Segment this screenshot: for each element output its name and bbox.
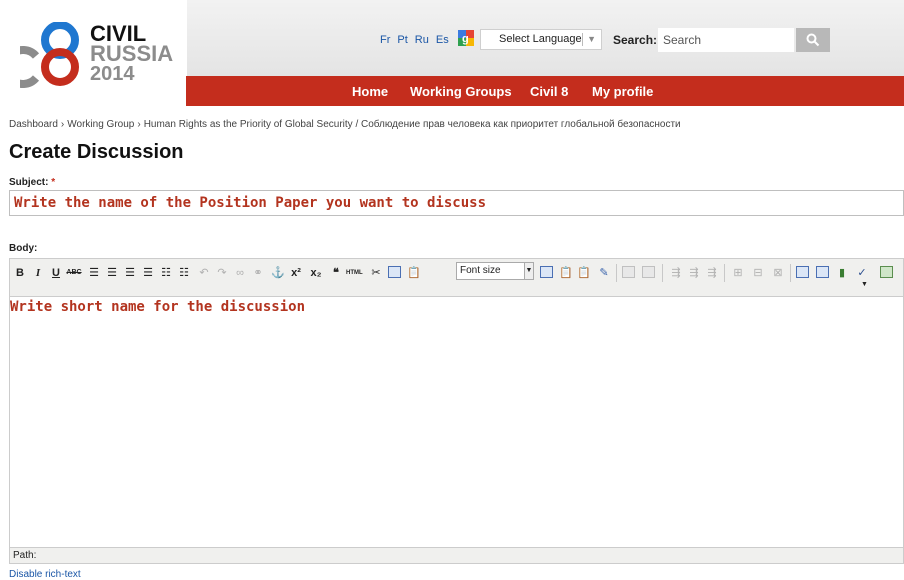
text-color-icon[interactable] xyxy=(540,266,553,278)
paste-icon[interactable]: 📋 xyxy=(406,265,422,281)
breadcrumb-working-group[interactable]: Working Group xyxy=(67,119,134,130)
svg-text:g: g xyxy=(462,33,469,45)
paste-text-icon[interactable]: 📋 xyxy=(558,265,574,281)
select-language-label: Select Language xyxy=(499,33,582,45)
dropdown-separator xyxy=(582,33,583,46)
subject-input[interactable] xyxy=(9,190,904,216)
editor-toolbar: B I U ABC ☰ ☰ ☰ ☰ ☷ ☷ ↶ ↷ ∞ ⚭ ⚓ x² x₂ ❝ … xyxy=(9,258,904,296)
search-icon xyxy=(806,33,820,47)
unlink-icon[interactable]: ⚭ xyxy=(250,265,266,281)
html-source-button[interactable]: HTML xyxy=(346,265,363,281)
body-label: Body: xyxy=(9,243,38,254)
superscript-button[interactable]: x² xyxy=(288,265,304,281)
search-input[interactable] xyxy=(658,28,794,52)
file-icon[interactable]: ▮ xyxy=(834,265,850,281)
table-props-icon[interactable] xyxy=(642,266,655,278)
anchor-icon[interactable]: ⚓ xyxy=(270,265,286,281)
blockquote-button[interactable]: ❝ xyxy=(328,265,344,281)
breadcrumb-dashboard[interactable]: Dashboard xyxy=(9,119,58,130)
toolbar-separator xyxy=(790,264,791,282)
logo-text-russia: RUSSIA xyxy=(90,41,174,66)
nav-civil-8[interactable]: Civil 8 xyxy=(530,84,568,99)
subject-label-text: Subject: xyxy=(9,177,49,188)
align-center-icon[interactable]: ☰ xyxy=(104,265,120,281)
disable-rich-text-link[interactable]: Disable rich-text xyxy=(9,569,81,580)
undo-icon[interactable]: ↶ xyxy=(196,265,212,281)
numbered-list-icon[interactable]: ☷ xyxy=(176,265,192,281)
language-link-ru[interactable]: Ru xyxy=(415,34,429,46)
underline-button[interactable]: U xyxy=(48,265,64,281)
bold-button[interactable]: B xyxy=(12,265,28,281)
edit-icon[interactable]: ✎ xyxy=(596,265,612,281)
delete-row-icon[interactable]: ⇶ xyxy=(686,265,702,281)
split-cells-icon[interactable]: ⊟ xyxy=(750,265,766,281)
google-translate-icon: g xyxy=(458,30,474,46)
body-editor-text[interactable]: Write short name for the discussion xyxy=(10,299,305,315)
breadcrumb-separator: › xyxy=(60,119,65,130)
strikethrough-button[interactable]: ABC xyxy=(66,265,82,281)
image-icon[interactable] xyxy=(796,266,809,278)
redo-icon[interactable]: ↷ xyxy=(214,265,230,281)
cell-props-icon[interactable]: ⊠ xyxy=(770,265,786,281)
fullscreen-icon[interactable] xyxy=(880,266,893,278)
spellcheck-icon[interactable]: ✓ xyxy=(854,265,870,281)
align-left-icon[interactable]: ☰ xyxy=(86,265,102,281)
toolbar-more-chevron-icon[interactable]: ▼ xyxy=(861,281,868,288)
toolbar-separator xyxy=(662,264,663,282)
logo-text-year: 2014 xyxy=(90,63,135,85)
language-link-pt[interactable]: Pt xyxy=(397,34,407,46)
page-title: Create Discussion xyxy=(9,141,184,163)
copy-icon[interactable] xyxy=(388,266,401,278)
nav-home[interactable]: Home xyxy=(352,84,388,99)
subject-label: Subject: * xyxy=(9,177,55,188)
align-right-icon[interactable]: ☰ xyxy=(122,265,138,281)
breadcrumb-separator: › xyxy=(137,119,141,130)
select-language-dropdown[interactable]: Select Language ▼ xyxy=(480,29,602,50)
link-icon[interactable]: ∞ xyxy=(232,265,248,281)
subscript-button[interactable]: x₂ xyxy=(308,265,324,281)
chevron-down-icon: ▼ xyxy=(524,263,533,279)
insert-row-icon[interactable]: ⇶ xyxy=(668,265,684,281)
bullet-list-icon[interactable]: ☷ xyxy=(158,265,174,281)
cut-icon[interactable]: ✂ xyxy=(368,265,384,281)
table-icon[interactable] xyxy=(622,266,635,278)
editor-path-bar: Path: xyxy=(9,547,904,564)
breadcrumb-current: Human Rights as the Priority of Global S… xyxy=(143,119,681,130)
insert-col-icon[interactable]: ⇶ xyxy=(704,265,720,281)
font-size-label: Font size xyxy=(460,265,501,276)
language-link-fr[interactable]: Fr xyxy=(380,34,390,46)
paste-word-icon[interactable]: 📋 xyxy=(576,265,592,281)
nav-my-profile[interactable]: My profile xyxy=(592,84,653,99)
italic-button[interactable]: I xyxy=(30,265,46,281)
required-mark: * xyxy=(51,177,56,188)
breadcrumb: Dashboard › Working Group › Human Rights as … xyxy=(9,119,681,130)
search-button[interactable] xyxy=(796,28,830,52)
merge-cells-icon[interactable]: ⊞ xyxy=(730,265,746,281)
font-size-dropdown[interactable]: Font size ▼ xyxy=(456,262,534,280)
language-link-es[interactable]: Es xyxy=(436,34,449,46)
language-links: Fr Pt Ru Es xyxy=(380,34,456,46)
body-editor[interactable]: Write short name for the discussion xyxy=(9,296,904,547)
search-label: Search: xyxy=(613,33,658,47)
nav-working-groups[interactable]: Working Groups xyxy=(410,84,512,99)
main-nav: Home Working Groups Civil 8 My profile xyxy=(186,76,904,106)
toolbar-separator xyxy=(616,264,617,282)
media-icon[interactable] xyxy=(816,266,829,278)
civil-russia-logo[interactable]: CIVIL RUSSIA 2014 xyxy=(2,21,180,92)
align-justify-icon[interactable]: ☰ xyxy=(140,265,156,281)
chevron-down-icon: ▼ xyxy=(587,34,596,44)
toolbar-separator xyxy=(724,264,725,282)
